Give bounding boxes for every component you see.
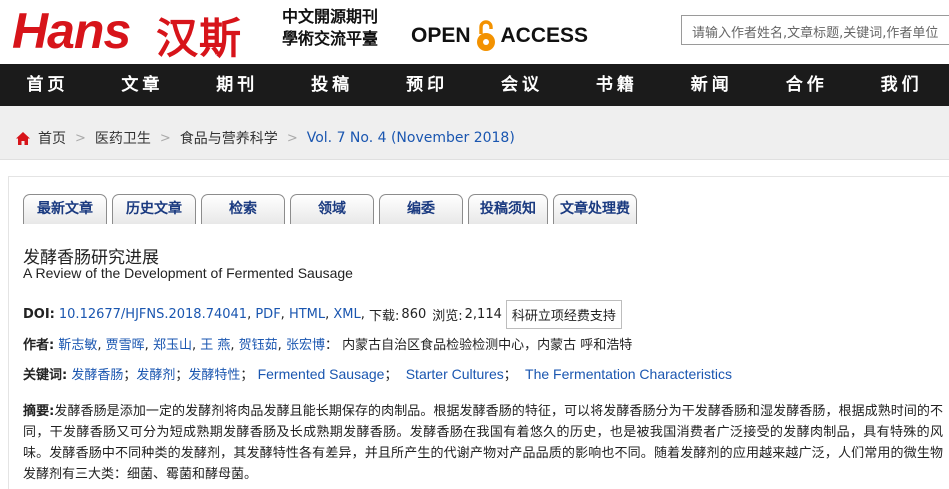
views-count: 2,114 [464,307,502,322]
abstract: 摘要:发酵香肠是添加一定的发酵剂将肉品发酵且能长期保存的肉制品。根据发酵香肠的特… [23,401,943,485]
views-label: 浏览: [432,309,463,324]
article-panel: 最新文章 历史文章 检索 领域 编委 投稿须知 文章处理费 发酵香肠研究进展 A… [8,176,949,489]
authors-line: 作者: 靳志敏, 贾雪晖, 郑玉山, 王 燕, 贺钰茹, 张宏博： 内蒙古自治区… [23,338,633,353]
keywords-label: 关键词: [23,368,68,383]
xml-link[interactable]: XML [333,307,360,322]
author-link[interactable]: 贾雪晖 [106,338,145,353]
author-link[interactable]: 王 燕 [200,338,230,353]
author-link[interactable]: 靳志敏 [58,338,97,353]
nav-item-books[interactable]: 书籍 [569,64,664,106]
nav-item-preprint[interactable]: 预印 [380,64,475,106]
author-affiliation: 内蒙古自治区食品检验检测中心，内蒙古 呼和浩特 [342,338,633,353]
journal-tabs: 最新文章 历史文章 检索 领域 编委 投稿须知 文章处理费 [23,194,642,224]
downloads-count: 860 [401,307,427,322]
tab-processing-fee[interactable]: 文章处理费 [553,194,637,224]
tab-past-articles[interactable]: 历史文章 [112,194,196,224]
nav-item-cooperation[interactable]: 合作 [759,64,854,106]
slogan-line-1: 中文開源期刊 [282,7,379,26]
doi-line: DOI: 10.12677/HJFNS.2018.74041, PDF, HTM… [23,300,622,329]
nav-item-submit[interactable]: 投稿 [285,64,380,106]
breadcrumb-separator: > [75,130,86,146]
main-nav: 首页 文章 期刊 投稿 预印 会议 书籍 新闻 合作 我们 [0,64,949,106]
authors-label: 作者: [23,338,55,353]
breadcrumb-home[interactable]: 首页 [38,128,66,148]
search-input[interactable]: 请输入作者姓名,文章标题,关键词,作者单位 [681,15,949,45]
logo-hansi-cn[interactable]: 汉斯 [156,5,242,66]
author-link[interactable]: 郑玉山 [153,338,192,353]
doi-link[interactable]: 10.12677/HJFNS.2018.74041 [59,307,247,322]
open-lock-icon [476,20,495,51]
nav-item-conference[interactable]: 会议 [475,64,570,106]
tab-field[interactable]: 领域 [290,194,374,224]
open-access-logo: OPEN ACCESS [411,19,588,53]
keyword-link[interactable]: 发酵剂 [136,368,175,383]
downloads-label: 下载: [369,309,400,324]
fund-support-badge[interactable]: 科研立项经费支持 [505,300,622,329]
breadcrumb: 首页 > 医药卫生 > 食品与营养科学 > Vol. 7 No. 4 (Nove… [16,128,515,148]
nav-item-about[interactable]: 我们 [854,64,949,106]
breadcrumb-bar: 首页 > 医药卫生 > 食品与营养科学 > Vol. 7 No. 4 (Nove… [0,106,949,160]
tab-search[interactable]: 检索 [201,194,285,224]
doi-label: DOI: [23,307,55,322]
keyword-link[interactable]: 发酵特性 [188,368,240,383]
home-icon[interactable] [16,131,30,145]
keyword-link[interactable]: 发酵香肠 [71,368,123,383]
keywords-line: 关键词: 发酵香肠；发酵剂；发酵特性； Fermented Sausage； S… [23,366,733,383]
breadcrumb-separator: > [159,130,171,146]
author-link[interactable]: 张宏博 [286,338,325,353]
html-link[interactable]: HTML [289,307,325,322]
article-title-en: A Review of the Development of Fermented… [23,265,353,281]
author-link[interactable]: 贺钰茹 [239,338,278,353]
breadcrumb-separator: > [286,130,298,146]
keyword-link[interactable]: Fermented Sausage [258,366,385,382]
nav-item-journals[interactable]: 期刊 [190,64,285,106]
logo-hans[interactable]: Hans [12,2,131,60]
breadcrumb-journal[interactable]: 食品与营养科学 [180,128,278,148]
breadcrumb-issue[interactable]: Vol. 7 No. 4 (November 2018) [307,130,515,146]
nav-item-articles[interactable]: 文章 [95,64,190,106]
slogan: 中文開源期刊 學術交流平臺 [282,6,378,50]
open-access-access-text: ACCESS [500,24,589,47]
tab-latest-articles[interactable]: 最新文章 [23,194,107,224]
open-access-open-text: OPEN [411,24,471,47]
abstract-label: 摘要: [23,404,55,419]
breadcrumb-medicine[interactable]: 医药卫生 [95,128,151,148]
pdf-link[interactable]: PDF [255,307,280,322]
abstract-text: 发酵香肠是添加一定的发酵剂将肉品发酵且能长期保存的肉制品。根据发酵香肠的特征，可… [23,404,943,482]
nav-item-news[interactable]: 新闻 [664,64,759,106]
keyword-link[interactable]: Starter Cultures [406,366,504,382]
site-header: Hans 汉斯 中文開源期刊 學術交流平臺 OPEN ACCESS 请输入作者姓… [0,0,949,64]
tab-author-guidelines[interactable]: 投稿须知 [468,194,548,224]
keyword-link[interactable]: The Fermentation Characteristics [525,366,732,382]
tab-editorial-board[interactable]: 编委 [379,194,463,224]
nav-item-home[interactable]: 首页 [0,64,95,106]
slogan-line-2: 學術交流平臺 [282,29,379,48]
